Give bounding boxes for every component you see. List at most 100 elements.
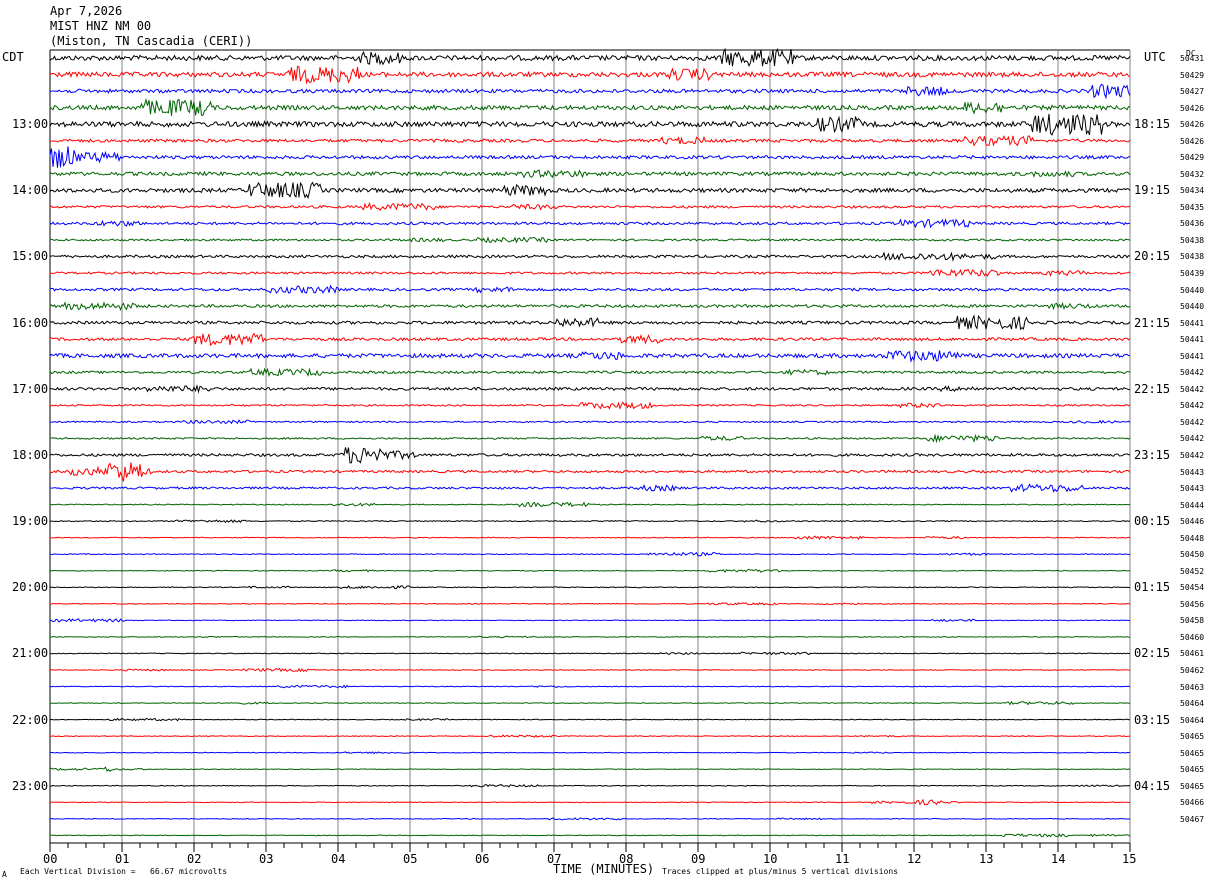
dc-offset-label: 50462: [1180, 665, 1205, 675]
right-hour-label: 19:15: [1134, 183, 1171, 198]
dc-offset-label: 50442: [1180, 450, 1205, 460]
x-tick-label: 02: [187, 852, 202, 866]
trace-line: [49, 798, 1131, 806]
dc-offset-label: 50441: [1180, 351, 1205, 361]
dc-offset-label: 50466: [1180, 798, 1205, 808]
trace-line: [49, 169, 1131, 179]
trace-line: [49, 783, 1131, 788]
dc-offset-label: 50442: [1180, 417, 1205, 427]
right-hour-label: 02:15: [1134, 646, 1171, 661]
left-hour-label: 20:00: [12, 580, 49, 595]
dc-offset-label: 50461: [1180, 649, 1205, 659]
dc-offset-label: 50450: [1180, 550, 1205, 560]
trace-line: [49, 501, 1130, 508]
seismogram-helicorder: [49, 47, 1131, 852]
clip-note: Traces clipped at plus/minus 5 vertical …: [662, 867, 899, 876]
trace-line: [49, 684, 1131, 689]
trace-line: [49, 751, 1131, 755]
left-hour-label: 23:00: [12, 778, 49, 793]
trace-line: [49, 602, 1131, 606]
dc-offset-label: 50434: [1180, 186, 1205, 196]
trace-line: [49, 447, 1131, 464]
dc-offset-label: 50441: [1180, 318, 1205, 328]
trace-line: [49, 766, 1131, 772]
left-hour-label: 16:00: [12, 315, 49, 330]
dc-offset-label: 50456: [1180, 599, 1205, 609]
x-tick-label: 14: [1051, 852, 1066, 866]
trace-line: [49, 349, 1131, 364]
x-tick-label: 01: [115, 852, 130, 866]
dc-offset-label: 50431: [1180, 54, 1205, 63]
trace-line: [49, 332, 1131, 347]
trace-line: [49, 483, 1131, 493]
trace-line: [49, 47, 1131, 67]
dc-offset-label: 50464: [1180, 699, 1205, 709]
dc-offset-label: 50429: [1180, 153, 1205, 163]
dc-offset-label: 50465: [1180, 781, 1205, 791]
trace-line: [49, 236, 1131, 244]
dc-offset-label: 50465: [1180, 748, 1205, 758]
trace-line: [49, 419, 1131, 425]
trace-line: [49, 401, 1131, 410]
x-tick-label: 06: [475, 852, 490, 866]
trace-line: [49, 585, 1130, 590]
x-tick-label: 04: [331, 852, 346, 866]
x-tick-label: 13: [979, 852, 994, 866]
dc-offset-label: 50463: [1180, 682, 1205, 692]
dc-offset-label: 50448: [1180, 533, 1205, 543]
time-grid: [49, 49, 1131, 843]
trace-line: [49, 635, 1131, 639]
dc-offset-label: 50438: [1180, 252, 1205, 262]
dc-offset-label: 50436: [1180, 219, 1205, 229]
left-hour-label: 15:00: [12, 249, 49, 264]
trace-group: [49, 47, 1131, 838]
x-tick-label: 12: [907, 852, 922, 866]
right-hour-label: 03:15: [1134, 712, 1171, 727]
dc-offset-label: 50465: [1180, 732, 1205, 742]
trace-line: [49, 817, 1131, 821]
right-hour-label: 01:15: [1134, 580, 1171, 595]
trace-line: [49, 568, 1131, 574]
time-axis: [49, 842, 1131, 852]
trace-line: [49, 535, 1131, 541]
dc-offset-label: 50439: [1180, 269, 1205, 279]
trace-line: [49, 135, 1131, 147]
dc-offset-label: 50458: [1180, 616, 1205, 626]
left-hour-label: 19:00: [12, 514, 49, 529]
dc-offset-label: 50426: [1180, 120, 1205, 130]
x-tick-label: 05: [403, 852, 418, 866]
scale-note: Each Vertical Division = 66.67 microvolt…: [20, 867, 228, 876]
x-tick-label: 10: [763, 852, 778, 866]
left-hour-label: 14:00: [12, 183, 49, 198]
dc-offset-label: 50426: [1180, 136, 1205, 146]
trace-line: [49, 462, 1131, 482]
dc-offset-label: 50427: [1180, 87, 1205, 97]
dc-offset-label: 50452: [1180, 566, 1205, 576]
dc-offset-label: 50460: [1180, 632, 1205, 642]
dc-offset-label: 50442: [1180, 401, 1205, 411]
trace-line: [49, 667, 1130, 673]
trace-line: [49, 65, 1131, 85]
right-hour-label: 22:15: [1134, 381, 1171, 396]
dc-offset-label: 50435: [1180, 202, 1205, 212]
left-hour-label: 21:00: [12, 646, 49, 661]
trace-line: [49, 181, 1131, 200]
dc-offset-label: 50441: [1180, 335, 1205, 345]
left-hour-label: 13:00: [12, 117, 49, 132]
trace-line: [49, 146, 1131, 168]
x-tick-label: 09: [691, 852, 706, 866]
trace-line: [49, 519, 1131, 524]
corner-mark: A: [2, 870, 7, 879]
right-hour-label: 00:15: [1134, 514, 1171, 529]
dc-offset-label: 50438: [1180, 235, 1205, 245]
dc-offset-label: 50446: [1180, 517, 1205, 527]
left-hour-label: 18:00: [12, 447, 49, 462]
right-hour-label: 20:15: [1134, 249, 1171, 264]
trace-line: [49, 551, 1131, 557]
trace-line: [49, 251, 1131, 262]
right-hour-label: 23:15: [1134, 447, 1171, 462]
dc-offset-label: 50432: [1180, 169, 1205, 179]
dc-offset-label: 50442: [1180, 368, 1205, 378]
right-hour-label: 04:15: [1134, 778, 1171, 793]
trace-line: [49, 734, 1131, 738]
